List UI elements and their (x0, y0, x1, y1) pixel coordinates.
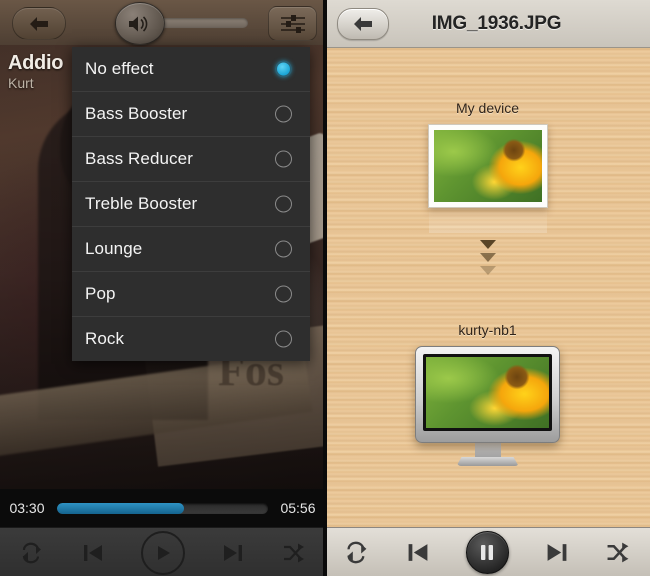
player-top-bar (0, 0, 325, 45)
app-root: Fos (0, 0, 650, 576)
effect-option-radio[interactable] (275, 195, 292, 213)
track-artist: Kurt (8, 75, 34, 91)
repeat-icon[interactable] (343, 541, 371, 564)
effects-dropdown-menu[interactable]: No effect Bass Booster Bass Reducer Treble … (72, 47, 310, 361)
effect-option-row[interactable]: No effect (72, 47, 310, 92)
effect-option-label: Rock (85, 329, 125, 348)
source-device-label: My device (455, 100, 520, 116)
page-title: IMG_1936.JPG (431, 12, 562, 34)
transfer-direction-arrows (325, 240, 650, 279)
sunflower-photo (433, 130, 542, 202)
monitor-base (456, 457, 519, 466)
monitor-neck (474, 443, 501, 457)
volume-slider-knob[interactable] (115, 2, 165, 45)
effect-option-row[interactable]: Pop (72, 272, 310, 317)
transfer-arrow-icon (479, 240, 496, 249)
source-device-thumbnail (427, 124, 548, 233)
next-icon[interactable] (545, 541, 569, 564)
media-share-panel: IMG_1936.JPG My device kurty-nb1 (325, 0, 650, 576)
effect-option-row[interactable]: Treble Booster (72, 182, 310, 227)
volume-button[interactable] (115, 0, 165, 45)
sunflower-photo (426, 357, 549, 428)
share-top-bar: IMG_1936.JPG (325, 0, 650, 48)
transfer-arrow-icon (479, 266, 496, 275)
source-device[interactable]: My device (325, 100, 650, 233)
player-control-bar (0, 527, 325, 576)
panel-divider (323, 0, 327, 576)
back-arrow-icon (30, 16, 48, 31)
thumbnail-reflection (428, 207, 547, 233)
now-playing-info: Addio Kurt (8, 52, 63, 92)
effect-option-row[interactable]: Lounge (72, 227, 310, 272)
seek-slider[interactable] (57, 502, 268, 514)
effect-option-label: Lounge (85, 239, 143, 258)
target-device-label: kurty-nb1 (458, 322, 517, 338)
effect-option-label: Bass Booster (85, 104, 188, 123)
total-time: 05:56 (280, 500, 316, 516)
back-button[interactable] (12, 7, 66, 40)
effect-option-row[interactable]: Bass Booster (72, 92, 310, 137)
play-button[interactable] (140, 530, 185, 575)
pause-icon (481, 545, 494, 560)
seek-progress-fill (57, 502, 184, 514)
monitor-screen (423, 354, 552, 431)
effect-option-radio[interactable] (275, 150, 292, 168)
effect-option-label: Bass Reducer (85, 149, 193, 168)
effect-option-label: No effect (85, 59, 154, 78)
effect-option-label: Treble Booster (85, 194, 198, 213)
target-device[interactable]: kurty-nb1 (325, 322, 650, 466)
back-button[interactable] (337, 7, 389, 40)
effect-option-radio[interactable] (275, 240, 292, 258)
effect-option-radio[interactable] (275, 330, 292, 348)
seek-bar-container: 03:30 05:56 (0, 489, 325, 527)
pause-button[interactable] (465, 531, 509, 574)
effect-option-radio[interactable] (275, 60, 292, 78)
effect-option-row[interactable]: Rock (72, 317, 310, 361)
speaker-volume-icon (129, 15, 148, 32)
shuffle-icon[interactable] (604, 541, 632, 564)
share-control-bar (325, 527, 650, 576)
previous-icon[interactable] (82, 542, 104, 564)
track-title: Addio (8, 52, 64, 74)
effect-option-label: Pop (85, 284, 116, 303)
back-arrow-icon (354, 16, 372, 31)
previous-icon[interactable] (406, 541, 430, 564)
effect-option-radio[interactable] (275, 105, 292, 123)
monitor-body (415, 346, 560, 443)
next-icon[interactable] (222, 542, 244, 564)
repeat-icon[interactable] (19, 542, 45, 564)
music-player-panel: Fos (0, 0, 325, 576)
play-icon (157, 545, 170, 560)
effect-option-radio[interactable] (275, 285, 292, 303)
equalizer-sliders-icon (280, 14, 305, 33)
equalizer-button[interactable] (268, 6, 317, 41)
target-device-monitor (415, 346, 560, 466)
elapsed-time: 03:30 (9, 500, 45, 516)
transfer-arrow-icon (479, 253, 496, 262)
effect-option-row[interactable]: Bass Reducer (72, 137, 310, 182)
volume-slider-track[interactable] (158, 18, 248, 28)
shuffle-icon[interactable] (281, 542, 307, 564)
